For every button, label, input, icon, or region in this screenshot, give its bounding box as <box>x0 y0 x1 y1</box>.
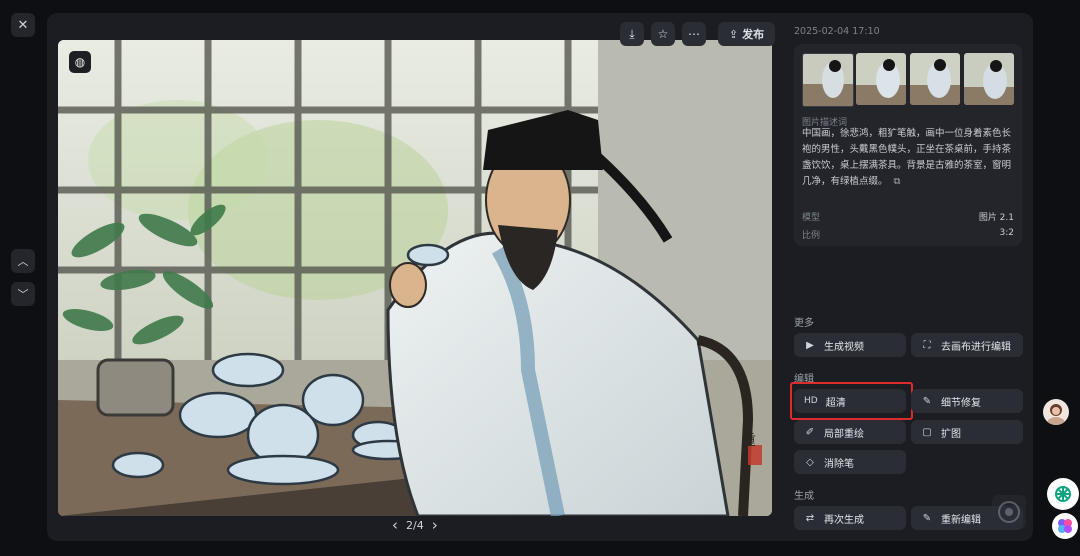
pager-next-icon[interactable]: › <box>432 516 438 534</box>
image-details-box: 图片描述词 中国画，徐悲鸿，粗犷笔触，画中一位身着素色长袍的男性，头戴黑色幞头，… <box>794 44 1022 246</box>
eraser-icon: ◇ <box>806 456 814 468</box>
thumbnail-4[interactable] <box>964 53 1014 105</box>
canvas-edit-button[interactable]: ⛶ 去画布进行编辑 <box>911 333 1023 357</box>
ratio-value: 3:2 <box>999 228 1014 238</box>
thumbnail-2[interactable] <box>856 53 906 105</box>
eraser-button[interactable]: ◇ 消除笔 <box>794 450 906 474</box>
previous-image-button[interactable]: ︿ <box>11 249 35 273</box>
timestamp: 2025-02-04 17:10 <box>794 26 880 37</box>
next-image-button[interactable]: ﹀ <box>11 282 35 306</box>
publish-label: 发布 <box>742 28 765 41</box>
regenerate-button[interactable]: ⇄ 再次生成 <box>794 506 906 530</box>
close-icon: ✕ <box>17 17 29 33</box>
chat-assistant-icon[interactable] <box>1047 478 1079 510</box>
more-options-button[interactable]: ⋯ <box>682 22 706 46</box>
more-icon: ⋯ <box>688 27 700 41</box>
expand-image-button[interactable]: ▢ 扩图 <box>911 420 1023 444</box>
inpaint-button[interactable]: ✐ 局部重绘 <box>794 420 906 444</box>
generated-image[interactable]: ◍ 重 <box>58 40 772 516</box>
generate-video-button[interactable]: ▶ 生成视频 <box>794 333 906 357</box>
download-button[interactable]: ⤓ <box>620 22 644 46</box>
expand-icon: ▢ <box>922 426 932 438</box>
pager-label: 2/4 <box>406 518 424 532</box>
favorite-button[interactable]: ☆ <box>651 22 675 46</box>
section-more-title: 更多 <box>794 318 814 329</box>
publish-button[interactable]: ⇪ 发布 <box>718 22 775 46</box>
model-row: 模型 图片 2.1 <box>802 210 1014 223</box>
thumbnail-1[interactable] <box>802 53 854 107</box>
magic-wand-icon: ✎ <box>922 395 932 407</box>
image-pager: ‹ 2/4 › <box>392 516 438 534</box>
publish-icon: ⇪ <box>728 27 739 41</box>
model-label: 模型 <box>802 213 821 223</box>
thumbnail-3[interactable] <box>910 53 960 105</box>
ratio-row: 比例 3:2 <box>802 228 1014 241</box>
ink-painting-illustration <box>58 40 772 516</box>
assistant-watermark-icon <box>992 495 1026 529</box>
user-avatar[interactable] <box>1043 399 1069 425</box>
canvas-icon: ⛶ <box>923 339 931 351</box>
image-description: 中国画，徐悲鸿，粗犷笔触，画中一位身着素色长袍的男性，头戴黑色幞头，正坐在茶桌前… <box>802 128 1012 187</box>
ai-app-icon[interactable] <box>1052 513 1078 539</box>
pencil-icon: ✎ <box>922 512 932 524</box>
ratio-label: 比例 <box>802 231 821 241</box>
copy-icon[interactable]: ⧉ <box>894 176 901 187</box>
close-button[interactable]: ✕ <box>11 13 35 37</box>
refresh-icon: ⇄ <box>805 512 815 524</box>
section-generate-title: 生成 <box>794 491 814 502</box>
artist-signature: 重 <box>742 433 756 449</box>
brush-icon: ✐ <box>805 426 815 438</box>
model-value: 图片 2.1 <box>978 213 1014 223</box>
star-icon: ☆ <box>657 27 669 41</box>
hd-button-highlight <box>790 382 913 420</box>
chevron-up-icon: ︿ <box>17 255 29 268</box>
pager-prev-icon[interactable]: ‹ <box>392 516 398 534</box>
detail-repair-button[interactable]: ✎ 细节修复 <box>911 389 1023 413</box>
video-icon: ▶ <box>806 339 814 351</box>
download-icon: ⤓ <box>629 26 635 41</box>
chevron-down-icon: ﹀ <box>17 288 29 301</box>
image-badge-icon: ◍ <box>69 51 91 73</box>
